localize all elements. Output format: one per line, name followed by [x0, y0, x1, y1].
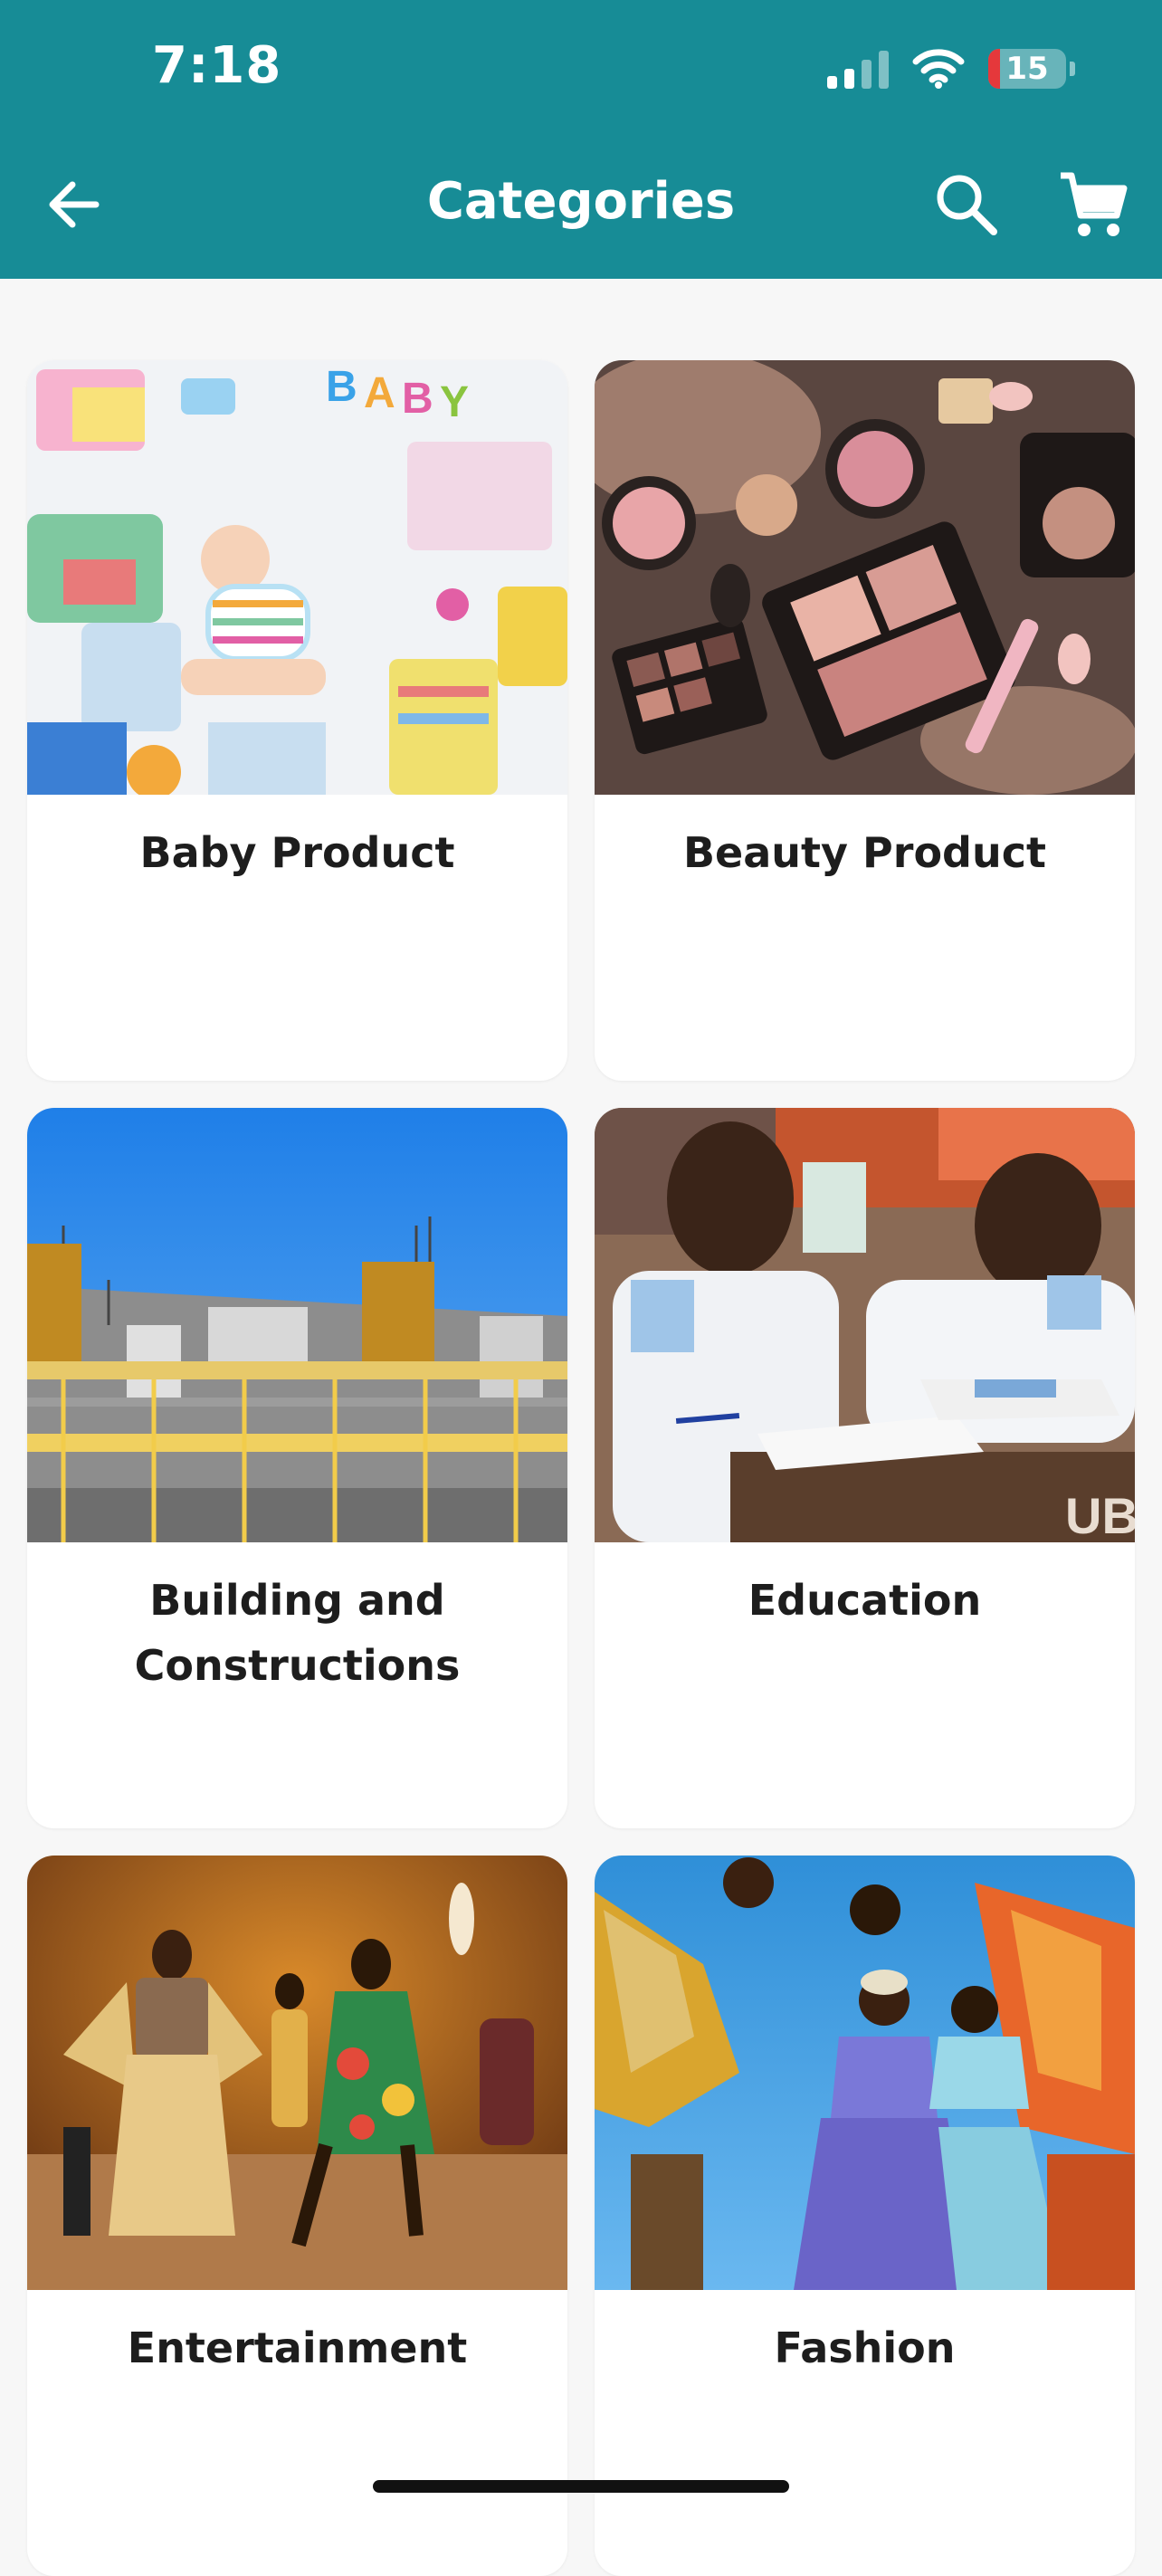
- category-grid: B A B Y Baby Product Beauty Product Buil…: [27, 360, 1135, 2576]
- cellular-signal-icon: [827, 49, 889, 89]
- students-writing-photo: UB: [595, 1108, 1135, 1542]
- category-card-education[interactable]: UB Education: [595, 1108, 1135, 1828]
- category-label: Building and Constructions: [134, 1576, 461, 1690]
- svg-text:B: B: [326, 363, 357, 411]
- dancers-performance-photo: [27, 1856, 567, 2290]
- battery-icon: 15: [988, 49, 1066, 89]
- category-card-fashion[interactable]: Fashion: [595, 1856, 1135, 2576]
- makeup-cosmetics-photo: [595, 360, 1135, 795]
- search-icon[interactable]: [930, 168, 1003, 241]
- category-label: Entertainment: [127, 2323, 468, 2372]
- fashion-models-photo: [595, 1856, 1135, 2290]
- svg-text:B: B: [402, 375, 433, 423]
- baby-products-photo: B A B Y: [27, 360, 567, 795]
- home-indicator[interactable]: [373, 2480, 789, 2493]
- wifi-icon: [912, 49, 965, 89]
- category-card-baby-product[interactable]: B A B Y Baby Product: [27, 360, 567, 1081]
- svg-text:Y: Y: [440, 378, 469, 426]
- cart-icon[interactable]: [1055, 167, 1131, 243]
- svg-text:A: A: [364, 369, 395, 417]
- status-icons: 15: [827, 43, 1075, 94]
- app-header: 7:18 15 Categories: [0, 0, 1162, 279]
- svg-text:UB: UB: [1065, 1487, 1135, 1542]
- category-label: Baby Product: [139, 828, 455, 877]
- category-label: Fashion: [774, 2323, 956, 2372]
- status-time: 7:18: [152, 36, 282, 95]
- category-label: Beauty Product: [683, 828, 1046, 877]
- category-card-entertainment[interactable]: Entertainment: [27, 1856, 567, 2576]
- category-label: Education: [748, 1576, 982, 1625]
- battery-level: 15: [1005, 51, 1049, 87]
- category-card-beauty-product[interactable]: Beauty Product: [595, 360, 1135, 1081]
- construction-site-photo: [27, 1108, 567, 1542]
- category-card-building-and-constructions[interactable]: Building and Constructions: [27, 1108, 567, 1828]
